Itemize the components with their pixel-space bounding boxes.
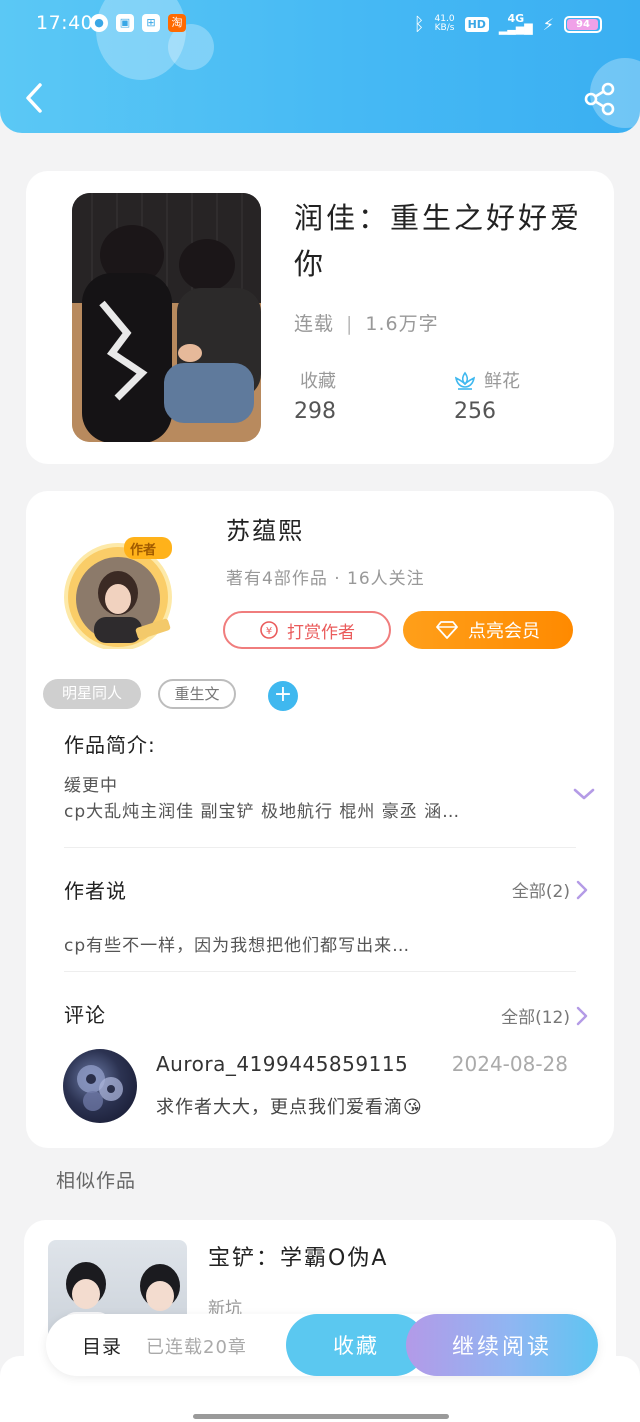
author-stats: 著有4部作品 · 16人关注: [226, 569, 425, 589]
comments-title: 评论: [64, 1003, 106, 1027]
rose-illustration: [77, 1065, 123, 1111]
chevron-down-icon[interactable]: [572, 785, 596, 803]
book-meta: 连载 | 1.6万字: [294, 309, 439, 336]
signal-icon: 4G ▂▃▅▇: [498, 13, 533, 35]
diamond-icon: [436, 621, 458, 639]
battery-icon: 94: [564, 15, 602, 33]
intro-body: 缓更中 cp大乱炖主润佳 副宝铲 极地航行 棍州 豪丞 涵…: [64, 773, 544, 825]
intro-line: 缓更中: [64, 776, 118, 796]
book-status: 连载: [294, 313, 335, 335]
net-speed: 41.0 KB/s: [435, 15, 455, 33]
chevron-right-icon: [576, 880, 588, 899]
share-icon[interactable]: [584, 82, 616, 116]
similar-title: 相似作品: [56, 1170, 137, 1192]
flower-icon: [454, 371, 476, 390]
vip-label: 点亮会员: [468, 621, 540, 642]
continue-reading-label: 继续阅读: [451, 1335, 552, 1360]
collect-label: 收藏: [300, 371, 336, 392]
comments-more-link[interactable]: 全部(12): [501, 1003, 588, 1028]
hd-badge: HD: [464, 16, 489, 32]
avatar-frame: [64, 537, 172, 651]
net-speed-unit: KB/s: [434, 23, 455, 33]
charging-icon: ⚡: [542, 14, 554, 34]
coin-icon: ¥: [260, 621, 278, 639]
bluetooth-icon: ᛒ: [413, 13, 425, 35]
intro-line: cp大乱炖主润佳 副宝铲 极地航行 棍州 豪丞 涵…: [64, 802, 461, 822]
app-icon: ●: [90, 14, 108, 32]
similar-book-title: 宝铲：学霸O伪A: [208, 1246, 389, 1271]
home-indicator[interactable]: [193, 1414, 449, 1419]
book-cover[interactable]: [72, 193, 261, 442]
author-say-text[interactable]: cp有些不一样，因为我想把他们都写出来…: [64, 931, 564, 956]
status-bar: 17:40 ● ▣ ⊞ 淘 ᛒ 41.0 KB/s HD 4G ▂▃▅▇ ⚡ 9…: [0, 0, 640, 48]
author-say-more-label: 全部(2): [511, 882, 570, 902]
divider: [64, 847, 576, 848]
top-header: 17:40 ● ▣ ⊞ 淘 ᛒ 41.0 KB/s HD 4G ▂▃▅▇ ⚡ 9…: [0, 0, 640, 133]
tag-chip[interactable]: 重生文: [158, 679, 236, 709]
reward-label: 打赏作者: [287, 622, 355, 643]
commenter-avatar[interactable]: [63, 1049, 137, 1123]
cover-illustration: [72, 193, 261, 442]
book-title: 润佳：重生之好好爱你: [294, 201, 583, 281]
comment-date: 2024-08-28: [451, 1052, 568, 1076]
comment-text: 求作者大大，更点我们爱看滴😘: [156, 1097, 423, 1118]
taobao-icon: 淘: [168, 14, 186, 32]
signal-bars: ▂▃▅▇: [498, 22, 533, 35]
vip-button[interactable]: 点亮会员: [403, 611, 573, 649]
comments-more-label: 全部(12): [501, 1008, 570, 1028]
chevron-right-icon: [576, 1006, 588, 1025]
continue-reading-button[interactable]: 继续阅读: [406, 1314, 598, 1376]
svg-text:¥: ¥: [266, 626, 272, 637]
intro-title: 作品简介:: [64, 733, 156, 757]
flower-count: 256: [454, 399, 496, 424]
add-tag-button[interactable]: +: [268, 681, 298, 711]
divider: [64, 971, 576, 972]
collect-button-label: 收藏: [333, 1334, 379, 1358]
author-say-more-link[interactable]: 全部(2): [512, 877, 588, 902]
bottom-action-bar: 目录 已连载20章 收藏 继续阅读: [46, 1314, 598, 1376]
commenter-name[interactable]: Aurora_4199445859115: [156, 1052, 408, 1076]
reward-author-button[interactable]: ¥ 打赏作者: [223, 611, 391, 649]
flower-stat[interactable]: 鲜花: [454, 367, 520, 393]
tag-chip[interactable]: 明星同人: [43, 679, 141, 709]
toc-button[interactable]: 目录: [82, 1332, 122, 1359]
back-icon[interactable]: [20, 80, 52, 116]
app-icon: ⊞: [142, 14, 160, 32]
chapter-count: 已连载20章: [146, 1337, 247, 1358]
author-badge: 作者: [130, 543, 157, 558]
battery-level: 94: [576, 18, 590, 30]
author-avatar[interactable]: 作者: [54, 537, 184, 651]
status-right: ᛒ 41.0 KB/s HD 4G ▂▃▅▇ ⚡ 94: [414, 12, 602, 36]
detail-card: 作者 苏蕴熙 著有4部作品 · 16人关注 ¥ 打赏作者 点亮会员 明星同人 重…: [26, 491, 614, 1148]
tv-icon: ▣: [116, 14, 134, 32]
author-name[interactable]: 苏蕴熙: [226, 511, 304, 546]
flower-label: 鲜花: [484, 371, 520, 392]
word-count: 1.6万字: [365, 313, 439, 335]
author-say-title: 作者说: [64, 879, 127, 903]
meta-separator: |: [346, 313, 354, 335]
status-time: 17:40: [36, 12, 94, 34]
collect-button[interactable]: 收藏: [286, 1314, 426, 1376]
collect-count: 298: [294, 399, 336, 424]
book-info-card: 润佳：重生之好好爱你 连载 | 1.6万字 收藏 298 鲜花 256: [26, 171, 614, 464]
